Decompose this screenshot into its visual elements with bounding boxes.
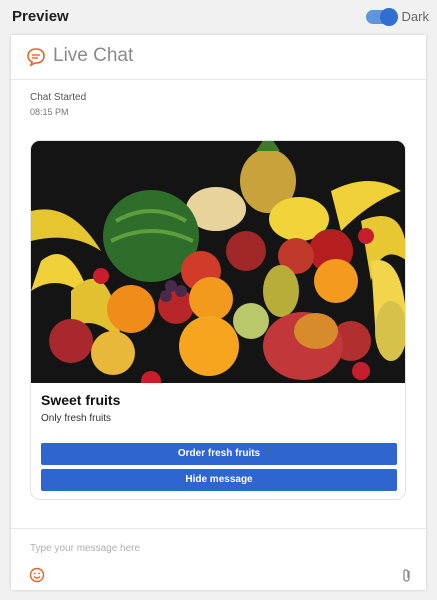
top-bar: Preview Dark xyxy=(0,0,437,34)
fruit-image xyxy=(31,141,405,383)
message-input[interactable]: Type your message here xyxy=(30,543,140,554)
chat-time: 08:15 PM xyxy=(30,107,69,117)
chat-footer: Type your message here xyxy=(11,528,426,590)
toggle-switch[interactable] xyxy=(365,7,398,26)
order-fresh-fruits-button[interactable]: Order fresh fruits xyxy=(41,443,397,465)
preview-title: Preview xyxy=(12,8,69,25)
chat-widget: Live Chat Chat Started 08:15 PM Sweet fr… xyxy=(11,35,426,590)
message-card: Sweet fruits Only fresh fruits Order fre… xyxy=(30,140,406,500)
paperclip-icon[interactable] xyxy=(400,567,414,583)
message-subtitle: Only fresh fruits xyxy=(41,413,112,424)
message-title: Sweet fruits xyxy=(41,392,121,408)
chat-title: Live Chat xyxy=(53,45,134,66)
hide-message-button[interactable]: Hide message xyxy=(41,469,397,491)
chat-bubble-icon xyxy=(27,48,45,67)
toggle-knob[interactable] xyxy=(379,7,398,26)
dark-mode-toggle[interactable]: Dark xyxy=(365,7,429,26)
toggle-label: Dark xyxy=(401,9,429,24)
chat-header: Live Chat xyxy=(11,35,426,80)
chat-status: Chat Started xyxy=(30,92,87,103)
smiley-icon[interactable] xyxy=(29,567,45,583)
